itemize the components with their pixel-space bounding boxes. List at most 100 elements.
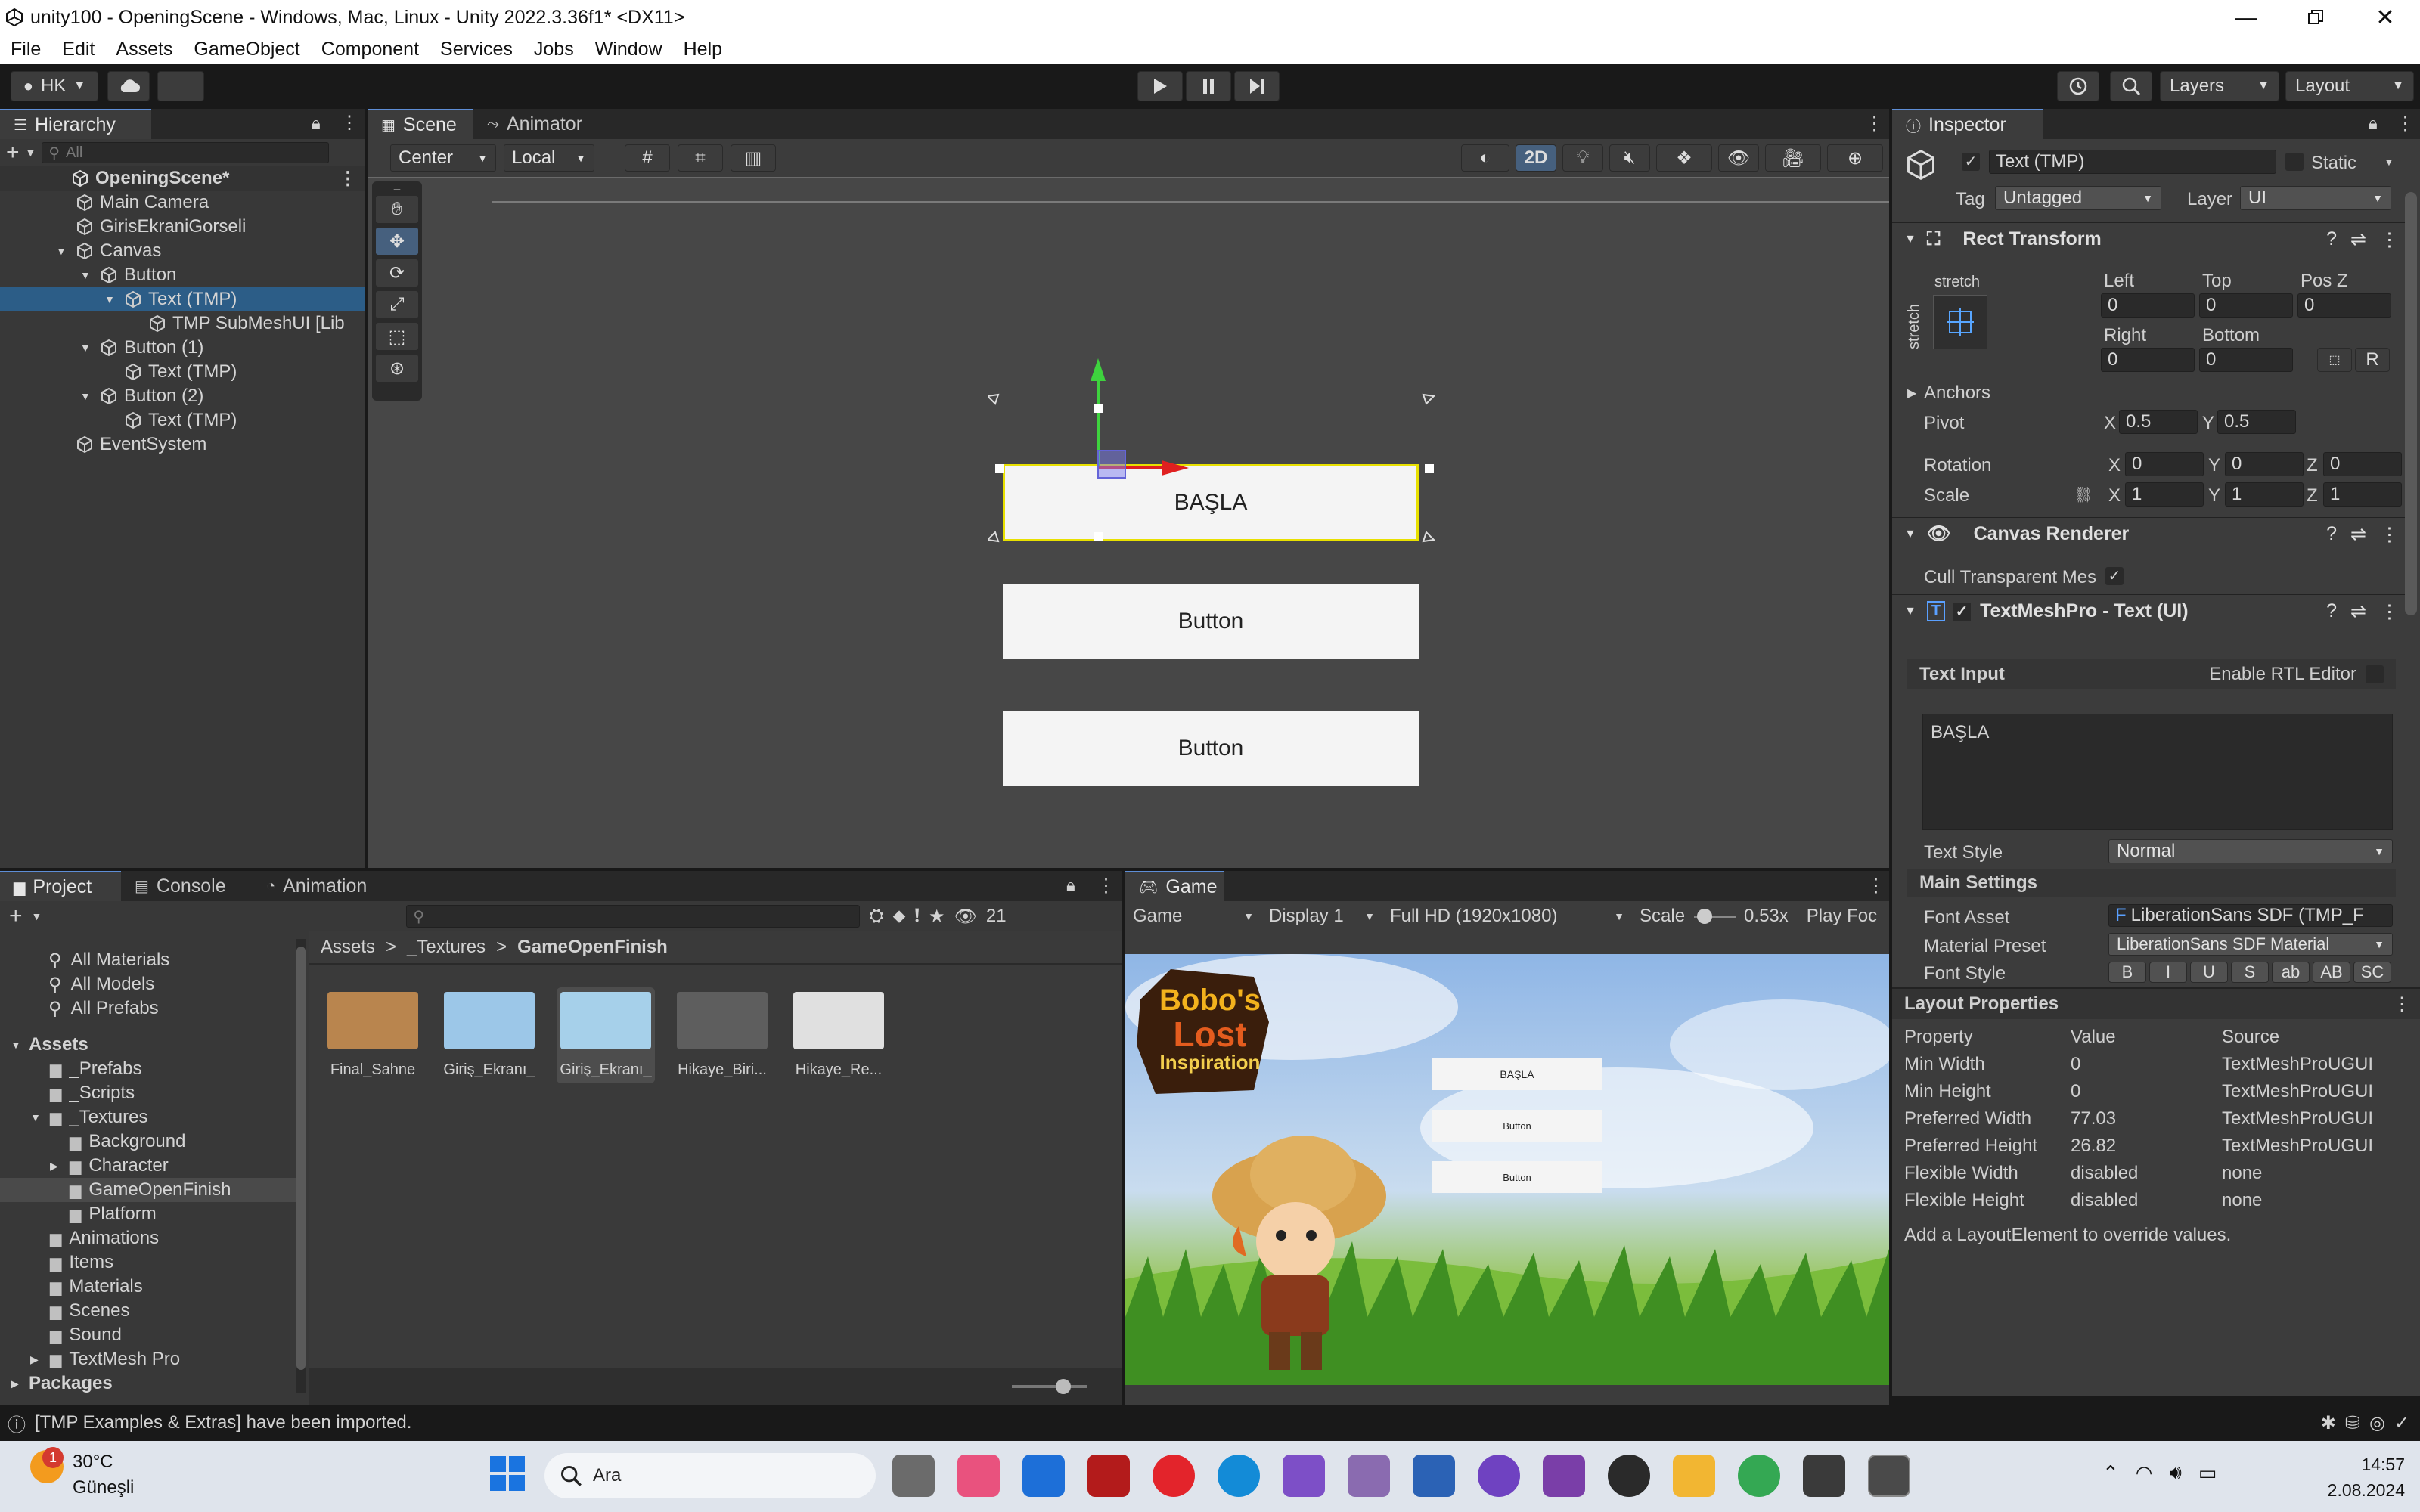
project-tree-item[interactable]: ▆ Scenes — [0, 1299, 306, 1323]
hierarchy-item[interactable]: TMP SubMeshUI [Lib — [0, 311, 365, 336]
error-filter-icon[interactable]: ❗︎ — [914, 906, 920, 927]
help-icon[interactable]: ? — [2326, 600, 2337, 622]
chevron-right-icon[interactable]: ▶ — [30, 1353, 39, 1366]
scale-tool[interactable]: ⤢ — [375, 290, 419, 319]
breadcrumb-assets[interactable]: Assets — [321, 937, 375, 958]
tmp-enabled-checkbox[interactable]: ✓ — [1953, 602, 1972, 621]
camera-dropdown[interactable]: 🎥︎ — [1765, 144, 1821, 172]
search-button[interactable] — [2110, 71, 2152, 101]
hand-tool[interactable]: ✋︎ — [375, 195, 419, 224]
game-button-basla[interactable]: BAŞLA — [1432, 1058, 1602, 1090]
unity-editor-icon[interactable] — [1868, 1455, 1910, 1497]
toggle-2d-button[interactable]: 2D — [1516, 144, 1556, 172]
chevron-down-icon[interactable]: ▼ — [56, 245, 67, 257]
font-style-button[interactable]: B — [2108, 962, 2146, 983]
rotation-z-field[interactable]: 0 — [2323, 452, 2402, 476]
component-menu-icon[interactable]: ⋮ — [2380, 600, 2399, 623]
cache-server-icon[interactable]: ⛁ — [2345, 1412, 2360, 1434]
breadcrumb-textures[interactable]: _Textures — [407, 937, 486, 958]
blueprint-mode-button[interactable]: ⬚ — [2317, 348, 2352, 372]
main-settings-header[interactable]: Main Settings — [1907, 869, 2396, 897]
rotate-tool[interactable]: ⟳ — [375, 259, 419, 287]
project-search-input[interactable]: ⚲ — [406, 905, 861, 928]
help-icon[interactable]: ? — [2326, 228, 2337, 250]
task-view-icon[interactable] — [892, 1455, 935, 1497]
scale-z-field[interactable]: 1 — [2323, 482, 2402, 507]
opera-browser-icon[interactable] — [1153, 1455, 1195, 1497]
display-dropdown[interactable]: Display 1 ▼ — [1261, 906, 1382, 927]
game-mode-dropdown[interactable]: Game ▼ — [1125, 906, 1261, 927]
wifi-icon[interactable]: ◠ — [2136, 1461, 2153, 1485]
raw-edit-button[interactable]: R — [2355, 348, 2390, 372]
taskbar-search[interactable]: Ara — [544, 1453, 876, 1498]
draw-mode-button[interactable]: ◐ — [1461, 144, 1509, 172]
project-tree-item[interactable]: ▶ ▆ TextMesh Pro — [0, 1347, 306, 1371]
increment-snap-button[interactable]: ⌗ — [678, 144, 723, 172]
file-explorer-icon[interactable] — [1673, 1455, 1715, 1497]
favorite-star-icon[interactable]: ★ — [929, 906, 945, 928]
layout-dropdown[interactable]: Layout ▼ — [2285, 71, 2414, 101]
cull-transparent-checkbox[interactable]: ✓ — [2105, 567, 2124, 585]
davinci-resolve-icon[interactable] — [1608, 1455, 1650, 1497]
chevron-down-icon[interactable]: ▼ — [26, 147, 36, 159]
hierarchy-item[interactable]: ▼ Button (2) — [0, 384, 365, 408]
font-style-button[interactable]: AB — [2313, 962, 2350, 983]
more-icon[interactable]: ⋮ — [2396, 112, 2415, 135]
tree-scrollbar[interactable] — [296, 939, 306, 1393]
pivot-dropdown[interactable]: Center ▼ — [390, 144, 496, 172]
hierarchy-item[interactable]: ▼ Canvas — [0, 239, 365, 263]
project-tree-item[interactable]: ▆ GameOpenFinish — [0, 1178, 306, 1202]
gizmos-dropdown[interactable]: ⊕ — [1827, 144, 1883, 172]
lock-icon[interactable]: 🔒︎ — [1066, 875, 1075, 895]
pivot-x-field[interactable]: 0.5 — [2119, 410, 2198, 434]
font-style-button[interactable]: U — [2190, 962, 2228, 983]
cloud-button[interactable] — [107, 71, 150, 101]
scene-root[interactable]: OpeningScene* ⋮ — [0, 166, 365, 191]
align-button[interactable]: ▥ — [731, 144, 776, 172]
feather-app-icon[interactable] — [1283, 1455, 1325, 1497]
project-tree-item[interactable]: ▆ _Scripts — [0, 1081, 306, 1105]
hierarchy-item[interactable]: ▼ Button (1) — [0, 336, 365, 360]
text-style-dropdown[interactable]: Normal ▼ — [2108, 839, 2393, 863]
favorite-item[interactable]: ⚲ All Prefabs — [0, 996, 306, 1021]
font-asset-field[interactable]: F LiberationSans SDF (TMP_F — [2108, 904, 2393, 927]
hierarchy-item[interactable]: Main Camera — [0, 191, 365, 215]
add-icon[interactable]: + — [6, 140, 20, 166]
tab-inspector[interactable]: ⓘ Inspector — [1892, 109, 2043, 139]
game-button-1[interactable]: Button — [1432, 1110, 1602, 1142]
rotation-y-field[interactable]: 0 — [2225, 452, 2304, 476]
layout-properties-header[interactable]: Layout Properties ⋮ — [1892, 989, 2420, 1019]
project-tree-item[interactable]: ▆ Items — [0, 1250, 306, 1275]
project-tree-item[interactable]: ▶ ▆ Character — [0, 1154, 306, 1178]
lock-icon[interactable]: 🔒︎ — [2369, 113, 2378, 133]
search-by-type-icon[interactable]: ⛭ — [869, 906, 883, 927]
chevron-down-icon[interactable]: ▼ — [80, 390, 91, 402]
thumbnail-size-slider[interactable] — [1056, 1379, 1071, 1394]
anchor-presets-button[interactable] — [1933, 295, 1987, 349]
rect-tool[interactable]: ⬚ — [375, 322, 419, 351]
game-button-2[interactable]: Button — [1432, 1161, 1602, 1193]
volume-icon[interactable]: 🔊︎ — [2169, 1461, 2181, 1485]
edge-browser-icon[interactable] — [1218, 1455, 1260, 1497]
hierarchy-item[interactable]: EventSystem — [0, 432, 365, 457]
move-gizmo[interactable] — [988, 358, 1441, 570]
tab-game[interactable]: 🎮︎ Game — [1125, 871, 1224, 901]
pivot-y-field[interactable]: 0.5 — [2217, 410, 2296, 434]
project-tree-item[interactable]: ▆ Animations — [0, 1226, 306, 1250]
tab-hierarchy[interactable]: ☰ Hierarchy — [0, 109, 151, 139]
hierarchy-item[interactable]: ▼ Text (TMP) — [0, 287, 365, 311]
lighting-toggle[interactable]: 💡︎ — [1562, 144, 1603, 172]
collab-button[interactable] — [157, 71, 204, 101]
scale-y-field[interactable]: 1 — [2225, 482, 2304, 507]
chevron-down-icon[interactable]: ▼ — [32, 910, 42, 922]
project-tree-item[interactable]: ▆ Platform — [0, 1202, 306, 1226]
scene-button-1[interactable]: Button — [1003, 584, 1419, 659]
scene-button-2[interactable]: Button — [1003, 711, 1419, 786]
visual-studio-icon[interactable] — [1543, 1455, 1585, 1497]
menu-assets[interactable]: Assets — [116, 39, 172, 60]
project-tree-item[interactable]: ▼ Assets — [0, 1033, 306, 1057]
top-field[interactable]: 0 — [2199, 293, 2293, 318]
temperature[interactable]: 30°C — [73, 1452, 113, 1473]
canvas-renderer-header[interactable]: ▼ 👁︎ Canvas Renderer ? ⇌ ⋮ — [1892, 517, 2408, 550]
restore-button[interactable] — [2281, 9, 2350, 26]
